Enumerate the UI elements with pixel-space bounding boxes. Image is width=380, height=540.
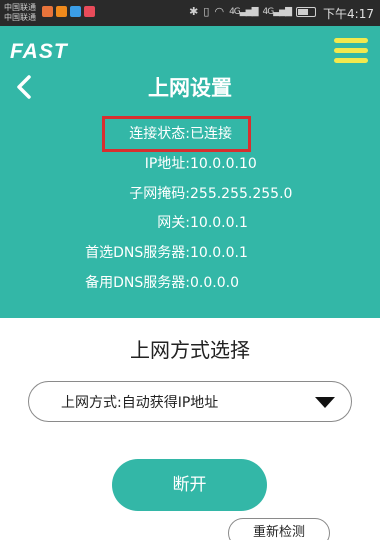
- info-value: 0.0.0.0: [190, 275, 239, 291]
- connection-mode-value: 上网方式:自动获得IP地址: [61, 395, 219, 411]
- info-label: 备用DNS服务器:: [85, 275, 190, 291]
- brand-logo: FAST: [10, 40, 68, 63]
- redetect-button[interactable]: 重新检测: [228, 518, 330, 540]
- info-row-gateway: 网关: 10.0.0.1: [0, 211, 380, 235]
- signal-icon: 4G▃▅▇: [262, 6, 292, 17]
- battery-icon: [296, 6, 316, 17]
- signal-label: 4G: [262, 6, 275, 17]
- telegram-icon: [70, 6, 81, 17]
- bluetooth-icon: ✱: [189, 5, 199, 18]
- info-value: 10.0.0.1: [190, 245, 248, 261]
- info-label: 子网掩码:: [129, 186, 190, 202]
- app-icon: [84, 6, 95, 17]
- page-title: 上网设置: [148, 76, 232, 100]
- taobao-icon: [56, 6, 67, 17]
- weibo-icon: [42, 6, 53, 17]
- info-value: 10.0.0.10: [190, 156, 257, 172]
- system-icons: ✱ ▯ ◠ 4G▃▅▇ 4G▃▅▇: [189, 5, 316, 18]
- disconnect-button[interactable]: 断开: [112, 459, 267, 511]
- info-label: IP地址:: [144, 156, 190, 172]
- connection-mode-select[interactable]: 上网方式:自动获得IP地址: [28, 381, 352, 422]
- wifi-icon: ◠: [214, 5, 225, 18]
- hamburger-icon[interactable]: [334, 38, 368, 64]
- carrier-label-2: 中国联通: [4, 13, 36, 22]
- vibrate-icon: ▯: [203, 5, 210, 18]
- section-title: 上网方式选择: [130, 338, 250, 362]
- info-row-primary-dns: 首选DNS服务器: 10.0.0.1: [0, 241, 380, 265]
- info-row-subnet-mask: 子网掩码: 255.255.255.0: [0, 182, 380, 206]
- info-value: 255.255.255.0: [190, 186, 293, 202]
- signal-icon: 4G▃▅▇: [229, 6, 258, 17]
- clock: 下午4:17: [323, 7, 374, 21]
- status-highlight-box: [102, 116, 251, 152]
- carrier-label-1: 中国联通: [4, 3, 36, 12]
- info-label: 网关:: [157, 215, 190, 231]
- info-row-ip-address: IP地址: 10.0.0.10: [0, 152, 380, 176]
- signal-label: 4G: [229, 6, 241, 17]
- notification-icons: [42, 6, 95, 17]
- status-bar: 中国联通 中国联通 ✱ ▯ ◠ 4G▃▅▇ 4G▃▅▇ 下午4:17: [0, 0, 380, 26]
- info-row-secondary-dns: 备用DNS服务器: 0.0.0.0: [0, 271, 380, 295]
- dropdown-arrow-icon: [315, 397, 335, 408]
- info-label: 首选DNS服务器:: [85, 245, 190, 261]
- info-value: 10.0.0.1: [190, 215, 248, 231]
